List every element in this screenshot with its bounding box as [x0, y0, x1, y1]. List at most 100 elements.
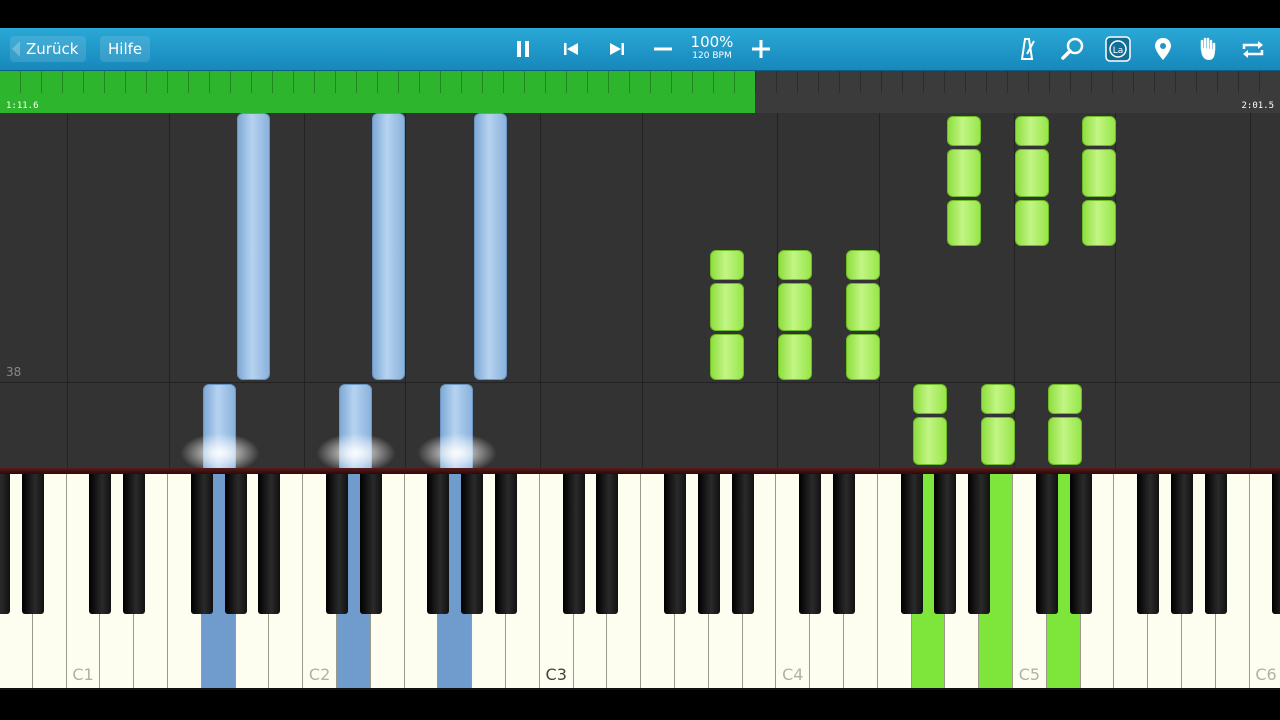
black-key[interactable] — [968, 474, 991, 614]
timeline-tick — [839, 71, 840, 93]
timeline-tick — [83, 71, 84, 93]
black-key[interactable] — [123, 474, 146, 614]
timeline-tick — [944, 71, 945, 93]
timeline-tick — [818, 71, 819, 93]
timeline-tick — [125, 71, 126, 93]
timeline-tick — [167, 71, 168, 93]
tempo-bpm: 120 BPM — [692, 51, 732, 61]
timeline-tick — [188, 71, 189, 93]
note-right-hand — [947, 116, 981, 146]
tempo-percent: 100% — [690, 33, 734, 51]
grid-line — [304, 113, 305, 468]
back-button[interactable]: Zurück — [10, 36, 87, 62]
timeline-tick — [209, 71, 210, 93]
black-key[interactable] — [664, 474, 686, 614]
black-key[interactable] — [224, 474, 247, 614]
black-key[interactable] — [427, 474, 450, 614]
black-key[interactable] — [258, 474, 281, 614]
note-right-hand — [778, 250, 812, 280]
note-right-hand — [846, 334, 880, 380]
note-right-hand — [1082, 116, 1116, 146]
grid-line — [642, 113, 643, 468]
black-key[interactable] — [799, 474, 822, 614]
timeline-tick — [608, 71, 609, 93]
black-key[interactable] — [1035, 474, 1058, 614]
black-key[interactable] — [833, 474, 855, 614]
note-right-hand — [710, 250, 744, 280]
next-icon[interactable] — [602, 34, 632, 64]
black-key[interactable] — [1204, 474, 1227, 614]
note-right-hand — [1015, 116, 1049, 146]
black-key[interactable] — [697, 474, 720, 614]
black-key[interactable] — [89, 474, 112, 614]
current-time: 1:11.6 — [6, 101, 39, 111]
timeline-tick — [20, 71, 21, 93]
black-key[interactable] — [1137, 474, 1160, 614]
black-key[interactable] — [21, 474, 44, 614]
magnifier-icon[interactable] — [1058, 34, 1088, 64]
note-left-hand — [237, 113, 270, 380]
black-key[interactable] — [326, 474, 348, 614]
note-right-hand — [846, 250, 880, 280]
grid-line — [67, 113, 68, 468]
tempo-display: 100% 120 BPM — [686, 34, 738, 62]
timeline-tick — [293, 71, 294, 93]
note-label-icon[interactable]: La — [1103, 34, 1133, 64]
black-key[interactable] — [495, 474, 517, 614]
black-key[interactable] — [1171, 474, 1193, 614]
location-pin-icon[interactable] — [1148, 34, 1178, 64]
note-right-hand — [981, 417, 1015, 465]
timeline-tick — [62, 71, 63, 93]
timeline-tick — [398, 71, 399, 93]
black-key[interactable] — [562, 474, 585, 614]
black-key[interactable] — [190, 474, 213, 614]
metronome-icon[interactable] — [1012, 34, 1042, 64]
previous-icon[interactable] — [556, 34, 586, 64]
timeline-tick — [692, 71, 693, 93]
timeline-tick — [650, 71, 651, 93]
note-right-hand — [1082, 200, 1116, 246]
note-right-hand — [710, 334, 744, 380]
timeline-tick — [1028, 71, 1029, 93]
plus-icon[interactable] — [746, 34, 776, 64]
timeline-tick — [734, 71, 735, 93]
synthesia-player: Zurück Hilfe 100% 120 BPM La 1:11.6 2:01… — [0, 0, 1280, 720]
measure-line — [0, 382, 1280, 383]
timeline-tick — [503, 71, 504, 93]
black-key[interactable] — [731, 474, 754, 614]
black-key[interactable] — [461, 474, 484, 614]
black-key[interactable] — [900, 474, 923, 614]
note-left-hand — [372, 113, 405, 380]
timeline-tick — [755, 71, 756, 93]
pause-icon[interactable] — [508, 34, 538, 64]
timeline-tick — [881, 71, 882, 93]
black-key[interactable] — [596, 474, 619, 614]
help-button[interactable]: Hilfe — [100, 36, 151, 62]
timeline-tick — [1049, 71, 1050, 93]
black-key[interactable] — [0, 474, 10, 614]
black-key[interactable] — [1272, 474, 1280, 614]
loop-icon[interactable] — [1238, 34, 1268, 64]
note-right-hand — [947, 200, 981, 246]
key-label: C6 — [1255, 665, 1277, 684]
note-right-hand — [846, 283, 880, 331]
grid-line — [1250, 113, 1251, 468]
timeline-tick — [965, 71, 966, 93]
minus-icon[interactable] — [648, 34, 678, 64]
timeline-tick — [1007, 71, 1008, 93]
black-key[interactable] — [359, 474, 382, 614]
note-roll: 38 — [0, 113, 1280, 468]
timeline-tick — [860, 71, 861, 93]
timeline-tick — [566, 71, 567, 93]
timeline-tick — [251, 71, 252, 93]
black-key[interactable] — [1069, 474, 1092, 614]
timeline-tick — [629, 71, 630, 93]
song-timeline[interactable]: 1:11.6 2:01.5 — [0, 71, 1280, 113]
black-key[interactable] — [934, 474, 957, 614]
timeline-tick — [1196, 71, 1197, 93]
hand-icon[interactable] — [1193, 34, 1223, 64]
timeline-tick — [377, 71, 378, 93]
toolbar: Zurück Hilfe 100% 120 BPM La — [0, 28, 1280, 71]
timeline-tick — [1112, 71, 1113, 93]
note-right-hand — [913, 384, 947, 414]
